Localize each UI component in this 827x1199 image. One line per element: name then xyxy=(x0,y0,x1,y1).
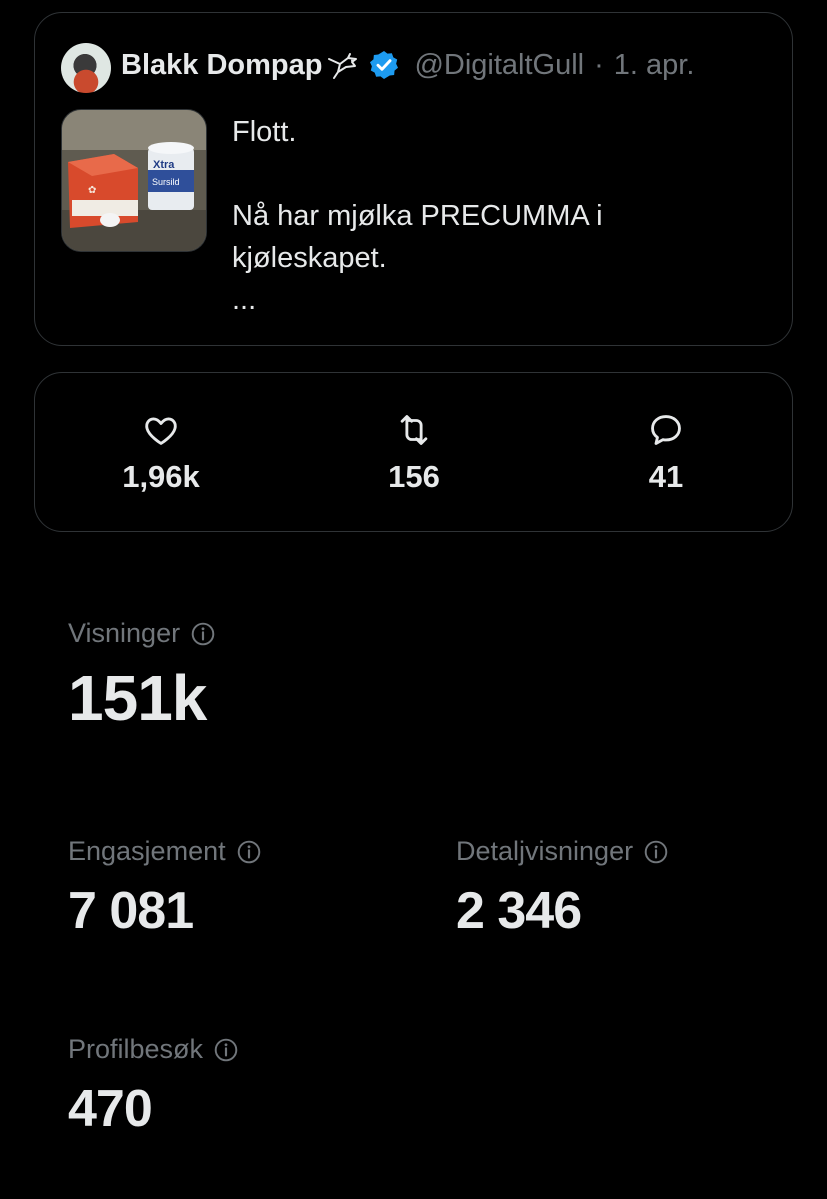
repost-icon xyxy=(400,415,428,445)
info-icon[interactable] xyxy=(190,621,216,647)
engagement-stats-card: 1,96k 156 41 xyxy=(34,372,793,532)
profile-label-row: Profilbesøk xyxy=(68,1034,239,1065)
views-value: 151k xyxy=(68,662,207,734)
svg-text:✿: ✿ xyxy=(88,185,96,196)
bird-icon xyxy=(328,53,358,79)
separator-dot: · xyxy=(594,48,604,81)
engagement-value: 7 081 xyxy=(68,882,194,940)
reply-bubble-icon xyxy=(651,415,681,445)
info-icon[interactable] xyxy=(643,839,669,865)
views-label: Visninger xyxy=(68,618,181,648)
verified-badge-icon xyxy=(370,51,399,79)
engagement-label-row: Engasjement xyxy=(68,836,262,867)
tweet-text-line: kjøleskapet. xyxy=(232,242,387,274)
tweet-date[interactable]: 1. apr. xyxy=(614,49,695,82)
info-icon[interactable] xyxy=(213,1037,239,1063)
heart-icon xyxy=(145,417,177,445)
profile-visits-metric: Profilbesøk 470 xyxy=(68,1034,239,1139)
media-text-sursild: Sursild xyxy=(152,177,180,187)
tweet-text-line: Flott. xyxy=(232,116,297,148)
reposts-count: 156 xyxy=(388,459,440,494)
tweet-text-ellipsis: ... xyxy=(232,284,257,316)
quoted-tweet-card[interactable]: Blakk Dompap @DigitaltGull · 1. apr. ✿ X… xyxy=(34,12,793,346)
replies-count: 41 xyxy=(648,459,684,494)
profile-visits-label: Profilbesøk xyxy=(68,1034,204,1064)
likes-stat[interactable]: 1,96k xyxy=(91,411,231,495)
likes-count: 1,96k xyxy=(122,459,200,494)
media-text-xtra: Xtra xyxy=(153,159,175,171)
detail-views-metric: Detaljvisninger 2 346 xyxy=(456,836,669,941)
views-label-row: Visninger xyxy=(68,618,216,649)
replies-stat[interactable]: 41 xyxy=(596,411,736,495)
reposts-stat[interactable]: 156 xyxy=(344,411,484,495)
detail-views-value: 2 346 xyxy=(456,882,582,940)
user-handle[interactable]: @DigitaltGull xyxy=(414,49,584,82)
engagement-label: Engasjement xyxy=(68,836,226,866)
views-metric: Visninger 151k xyxy=(68,618,216,735)
avatar[interactable] xyxy=(61,43,111,93)
engagement-metric: Engasjement 7 081 xyxy=(68,836,262,941)
detail-views-label: Detaljvisninger xyxy=(456,836,634,866)
info-icon[interactable] xyxy=(236,839,262,865)
display-name[interactable]: Blakk Dompap xyxy=(121,49,322,82)
profile-visits-value: 470 xyxy=(68,1080,153,1138)
tweet-header: Blakk Dompap @DigitaltGull · 1. apr. xyxy=(121,45,694,85)
tweet-text-blank-line xyxy=(232,153,772,195)
tweet-media-thumbnail[interactable]: ✿ Xtra Sursild xyxy=(61,109,207,252)
media-image: ✿ Xtra Sursild xyxy=(62,110,206,251)
tweet-text: Flott. Nå har mjølka PRECUMMA i kjøleska… xyxy=(232,111,772,321)
detail-label-row: Detaljvisninger xyxy=(456,836,669,867)
tweet-text-line: Nå har mjølka PRECUMMA i xyxy=(232,200,603,232)
